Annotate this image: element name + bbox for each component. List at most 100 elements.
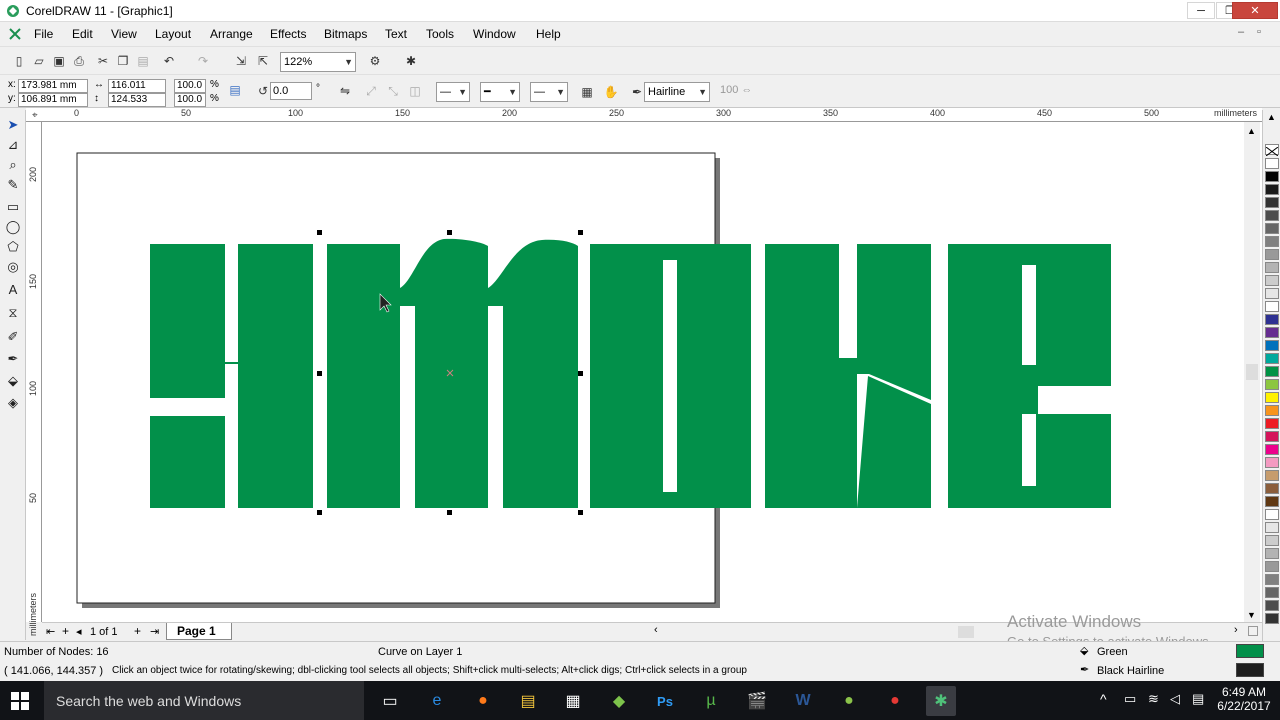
menu-view[interactable]: View [111,27,137,41]
doc-restore-icon[interactable]: ▫ [1257,26,1261,38]
node-count-field[interactable]: 100 ⇔ [720,84,766,100]
menu-layout[interactable]: Layout [155,27,191,41]
color-swatch[interactable] [1265,509,1279,520]
interactive-fill-tool-icon[interactable]: ◈ [4,394,22,412]
horizontal-ruler[interactable]: ⌖ 0 50 100 150 200 250 300 350 400 450 500 millime… [26,108,1262,122]
show-hidden-icons[interactable]: ^ [1100,691,1107,707]
task-view-icon[interactable]: ▭ [375,686,405,716]
copy-icon[interactable]: ❐ [114,52,132,70]
color-swatch[interactable] [1265,275,1279,286]
text-tool-icon[interactable]: A [4,280,22,298]
network-icon[interactable]: ▭ [1124,691,1136,707]
save-icon[interactable]: ▣ [50,52,68,70]
menu-tools[interactable]: Tools [426,27,454,41]
menu-text[interactable]: Text [385,27,407,41]
color-swatch[interactable] [1265,301,1279,312]
width-field[interactable]: 116.011 mm [108,79,166,103]
app-red-icon[interactable]: ● [880,686,910,716]
scale-y-field[interactable]: 100.0 [174,93,206,107]
horizontal-scroll-thumb[interactable] [958,626,974,638]
doc-minimize-icon[interactable]: – [1238,26,1244,38]
movies-icon[interactable]: 🎬 [742,686,772,716]
vertical-scrollbar[interactable]: ▲ ▼ [1244,122,1260,622]
menu-window[interactable]: Window [473,27,516,41]
spiral-tool-icon[interactable]: ◎ [4,258,22,276]
tab-page-1[interactable]: Page 1 [166,623,232,640]
color-swatch[interactable] [1265,574,1279,585]
color-swatch[interactable] [1265,210,1279,221]
wifi-icon[interactable]: ≋ [1148,691,1159,707]
eyedropper-tool-icon[interactable]: ✐ [4,328,22,346]
wrap-text-icon[interactable]: ▦ [578,83,596,101]
color-swatch[interactable] [1265,236,1279,247]
scroll-down-icon[interactable]: ▼ [1247,610,1256,620]
color-swatch[interactable] [1265,379,1279,390]
scroll-right-icon[interactable]: › [1234,624,1238,636]
taskbar-search-box[interactable]: Search the web and Windows [44,681,364,720]
print-icon[interactable]: ⎙ [70,52,88,70]
scroll-up-icon[interactable]: ▲ [1247,126,1256,136]
color-swatch[interactable] [1265,353,1279,364]
shape-tool-icon[interactable]: ⊿ [4,136,22,154]
app-green-icon[interactable]: ◆ [604,686,634,716]
firefox-icon[interactable]: ● [468,686,498,716]
color-swatch[interactable] [1265,314,1279,325]
end-arrow-select[interactable]: — ▼ [530,82,568,102]
minimize-button[interactable]: ─ [1187,2,1215,19]
navigator-icon[interactable] [1248,626,1258,636]
combine-icon[interactable]: ◫ [406,82,424,100]
color-swatch[interactable] [1265,561,1279,572]
color-swatch[interactable] [1265,470,1279,481]
interactive-blend-tool-icon[interactable]: ⧖ [4,304,22,322]
letter-m-shape[interactable] [327,238,578,508]
fill-tool-icon[interactable]: ⬙ [4,372,22,390]
node-align-icon[interactable]: ⤢ [362,82,380,100]
color-swatch[interactable] [1265,496,1279,507]
rotation-angle-field[interactable]: 0.0 [270,82,312,100]
outline-width-select[interactable]: Hairline ▼ [644,82,710,102]
color-swatch[interactable] [1265,613,1279,624]
polygon-tool-icon[interactable]: ⬠ [4,238,22,256]
pick-tool-icon[interactable]: ➤ [4,116,22,134]
import-icon[interactable]: ⇲ [232,52,250,70]
redo-icon[interactable]: ↷ [194,52,212,70]
volume-icon[interactable]: ◁ [1170,691,1180,707]
ellipse-tool-icon[interactable]: ◯ [4,218,22,236]
color-swatch[interactable] [1265,535,1279,546]
scroll-left-icon[interactable]: ‹ [654,624,658,636]
freehand-tool-icon[interactable]: ✎ [4,176,22,194]
curve-icon[interactable]: ⤡ [384,82,402,100]
start-arrow-select[interactable]: — ▼ [436,82,470,102]
word-icon[interactable]: W [788,686,818,716]
edge-browser-icon[interactable]: e [422,686,452,716]
color-swatch[interactable] [1265,431,1279,442]
outline-tool-icon[interactable]: ✒ [4,350,22,368]
color-swatch[interactable] [1265,197,1279,208]
color-swatch[interactable] [1265,587,1279,598]
coreldraw-taskbar-icon[interactable]: ✱ [926,686,956,716]
color-swatch[interactable] [1265,366,1279,377]
paste-icon[interactable]: ▤ [134,52,152,70]
color-swatch[interactable] [1265,548,1279,559]
color-swatch[interactable] [1265,418,1279,429]
color-swatch[interactable] [1265,262,1279,273]
close-button[interactable]: ✕ [1232,2,1278,19]
color-swatch[interactable] [1265,483,1279,494]
lock-ratio-icon[interactable]: ▤ [226,81,244,99]
color-swatch[interactable] [1265,249,1279,260]
color-swatch[interactable] [1265,340,1279,351]
photoshop-icon[interactable]: Ps [650,686,680,716]
color-swatch[interactable] [1265,327,1279,338]
app-lime-icon[interactable]: ● [834,686,864,716]
color-swatch[interactable] [1265,184,1279,195]
cut-icon[interactable]: ✂ [94,52,112,70]
color-swatch[interactable] [1265,405,1279,416]
undo-icon[interactable]: ↶ [160,52,178,70]
menu-edit[interactable]: Edit [72,27,93,41]
open-icon[interactable]: ▱ [30,52,48,70]
y-position-field[interactable]: 106.891 mm [18,93,88,107]
line-style-select[interactable]: ━ ▼ [480,82,520,102]
menu-bitmaps[interactable]: Bitmaps [324,27,367,41]
menu-effects[interactable]: Effects [270,27,306,41]
mirror-icon[interactable]: ⇋ [336,82,354,100]
